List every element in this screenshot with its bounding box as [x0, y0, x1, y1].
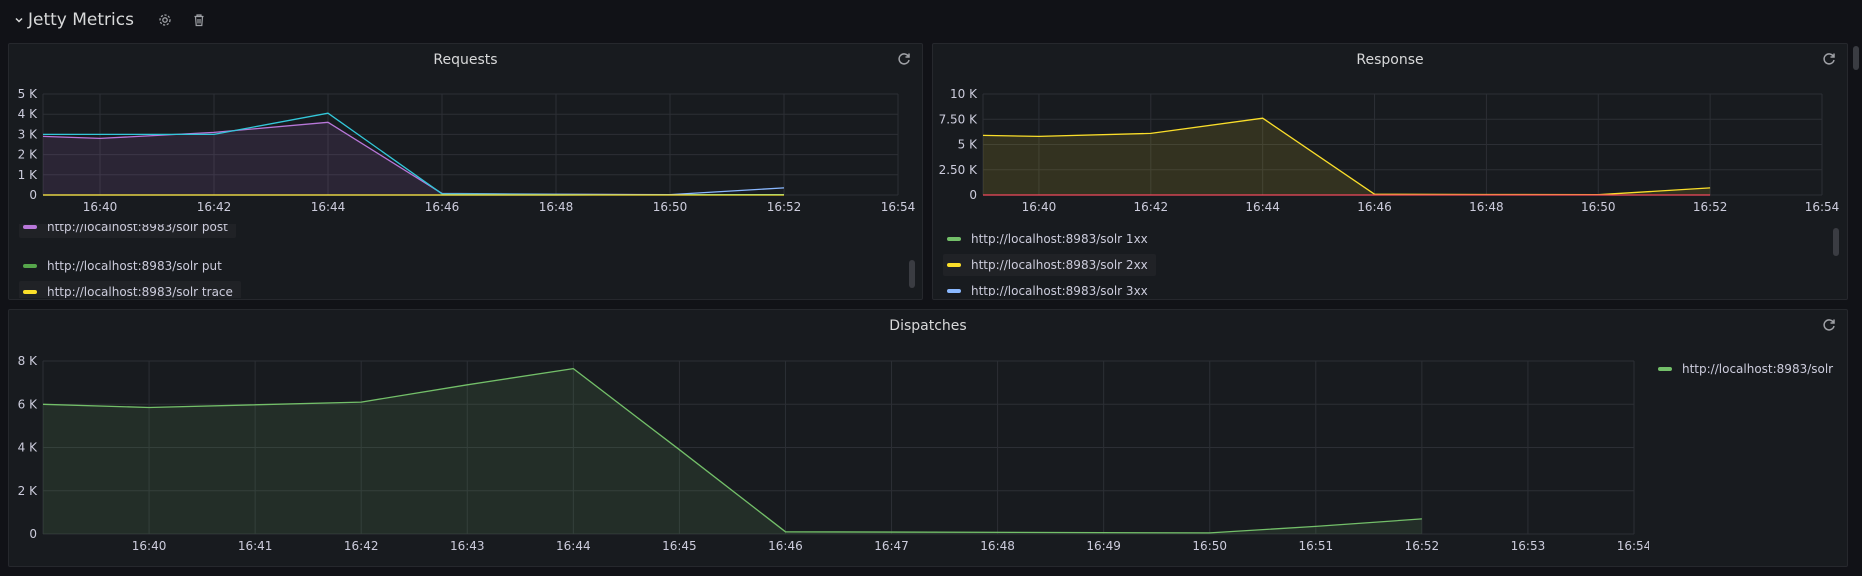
y-tick-label: 10 K	[950, 87, 978, 101]
y-tick-label: 0	[29, 188, 37, 202]
legend-label: http://localhost:8983/solr 1xx	[971, 232, 1148, 246]
legend-swatch	[23, 264, 37, 268]
x-tick-label: 16:42	[1134, 200, 1169, 214]
trash-icon[interactable]	[190, 11, 208, 29]
legend-scrollbar[interactable]	[1833, 228, 1839, 256]
y-tick-label: 0	[29, 527, 37, 541]
x-tick-label: 16:46	[768, 539, 803, 553]
y-tick-label: 5 K	[958, 138, 978, 152]
x-tick-label: 16:52	[1405, 539, 1440, 553]
legend-requests: http://localhost:8983/solr post http://l…	[19, 224, 899, 298]
y-tick-label: 2.50 K	[939, 163, 979, 177]
y-tick-label: 1 K	[18, 168, 38, 182]
chart-response: 0 2.50 K 5 K 7.50 K 10 K 16:40 16:42 16:44 16:46…	[939, 87, 1840, 214]
legend-label: http://localhost:8983/solr post	[47, 224, 228, 234]
y-tick-label: 0	[969, 188, 977, 202]
x-tick-label: 16:44	[311, 200, 346, 214]
x-tick-label: 16:50	[1192, 539, 1227, 553]
x-tick-label: 16:50	[653, 200, 688, 214]
series-area	[43, 122, 784, 195]
chevron-down-icon	[15, 17, 23, 23]
legend-swatch	[947, 237, 961, 241]
legend-item-solr[interactable]: http://localhost:8983/solr	[1654, 358, 1841, 380]
row-toggle[interactable]: Jetty Metrics	[14, 10, 134, 30]
x-tick-label: 16:50	[1581, 200, 1616, 214]
legend-item-1xx[interactable]: http://localhost:8983/solr 1xx	[943, 228, 1156, 250]
x-tick-label: 16:48	[980, 539, 1015, 553]
legend-item-2xx[interactable]: http://localhost:8983/solr 2xx	[943, 254, 1156, 276]
panel-requests: Requests 01 K2 K3 K4 K5 K 16:40 16:42 16:44…	[8, 43, 923, 300]
legend-swatch	[947, 289, 961, 293]
x-tick-label: 16:46	[425, 200, 460, 214]
series-area	[983, 118, 1711, 195]
x-tick-label: 16:49	[1086, 539, 1121, 553]
x-tick-label: 16:42	[344, 539, 379, 553]
page-scrollbar[interactable]	[1853, 46, 1859, 70]
x-tick-label: 16:40	[1022, 200, 1057, 214]
y-tick-label: 3 K	[18, 127, 38, 141]
panel-dispatches: Dispatches 02 K4 K6 K8 K 16:40 16:41 16:42 1…	[8, 309, 1848, 567]
x-tick-label: 16:43	[450, 539, 485, 553]
chart-dispatches: 0 2 K 4 K 6 K 8 K 16:40 16:41 16:42 16:43 16:44 16…	[18, 354, 1649, 553]
y-tick-label: 7.50 K	[939, 112, 979, 126]
legend-label: http://localhost:8983/solr trace	[47, 285, 233, 298]
legend-label: http://localhost:8983/solr put	[47, 259, 222, 273]
legend-swatch	[23, 290, 37, 294]
panel-response: Response 0 2.50 K5 K 7.50 K 10 K 16:40 16:42 1…	[932, 43, 1848, 300]
legend-item-3xx[interactable]: http://localhost:8983/solr 3xx	[943, 280, 1156, 296]
x-tick-label: 16:45	[662, 539, 697, 553]
legend-label: http://localhost:8983/solr 3xx	[971, 284, 1148, 296]
legend-label: http://localhost:8983/solr	[1682, 362, 1834, 376]
legend-scrollbar[interactable]	[909, 260, 915, 288]
x-tick-label: 16:41	[238, 539, 273, 553]
x-tick-label: 16:40	[83, 200, 118, 214]
y-tick-label: 5 K	[18, 87, 38, 101]
legend-item-trace[interactable]: http://localhost:8983/solr trace	[19, 281, 241, 298]
y-tick-label: 4 K	[18, 107, 38, 121]
legend-item-put[interactable]: http://localhost:8983/solr put	[19, 255, 230, 277]
row-header: Jetty Metrics	[14, 8, 208, 32]
x-tick-label: 16:44	[556, 539, 591, 553]
legend-swatch	[23, 225, 37, 229]
legend-dispatches: http://localhost:8983/solr	[1654, 358, 1844, 388]
y-tick-label: 8 K	[18, 354, 38, 368]
x-tick-label: 16:53	[1511, 539, 1546, 553]
legend-swatch	[947, 263, 961, 267]
legend-item-post[interactable]: http://localhost:8983/solr post	[19, 224, 236, 238]
x-tick-label: 16:51	[1299, 539, 1334, 553]
x-tick-label: 16:54	[1805, 200, 1840, 214]
refresh-icon[interactable]	[1821, 317, 1837, 333]
x-tick-label: 16:48	[1469, 200, 1504, 214]
y-tick-label: 2 K	[18, 484, 38, 498]
x-tick-label: 16:46	[1357, 200, 1392, 214]
y-tick-label: 2 K	[18, 148, 38, 162]
x-tick-label: 16:54	[1617, 539, 1649, 553]
x-tick-label: 16:52	[767, 200, 802, 214]
legend-swatch	[1658, 367, 1672, 371]
series-area	[43, 368, 1422, 534]
x-tick-label: 16:44	[1245, 200, 1280, 214]
x-tick-label: 16:42	[197, 200, 232, 214]
row-title: Jetty Metrics	[28, 10, 134, 30]
legend-response: http://localhost:8983/solr 1xx http://lo…	[943, 224, 1823, 296]
legend-label: http://localhost:8983/solr 2xx	[971, 258, 1148, 272]
chart-requests: 0 1 K 2 K 3 K 4 K 5 K 16:40 16:42 16:44 16:46 16:4…	[18, 87, 916, 214]
x-tick-label: 16:40	[132, 539, 167, 553]
x-tick-label: 16:54	[881, 200, 916, 214]
y-tick-label: 4 K	[18, 441, 38, 455]
y-tick-label: 6 K	[18, 397, 38, 411]
gear-icon[interactable]	[156, 11, 174, 29]
x-tick-label: 16:52	[1693, 200, 1728, 214]
x-tick-label: 16:48	[539, 200, 574, 214]
x-tick-label: 16:47	[874, 539, 909, 553]
